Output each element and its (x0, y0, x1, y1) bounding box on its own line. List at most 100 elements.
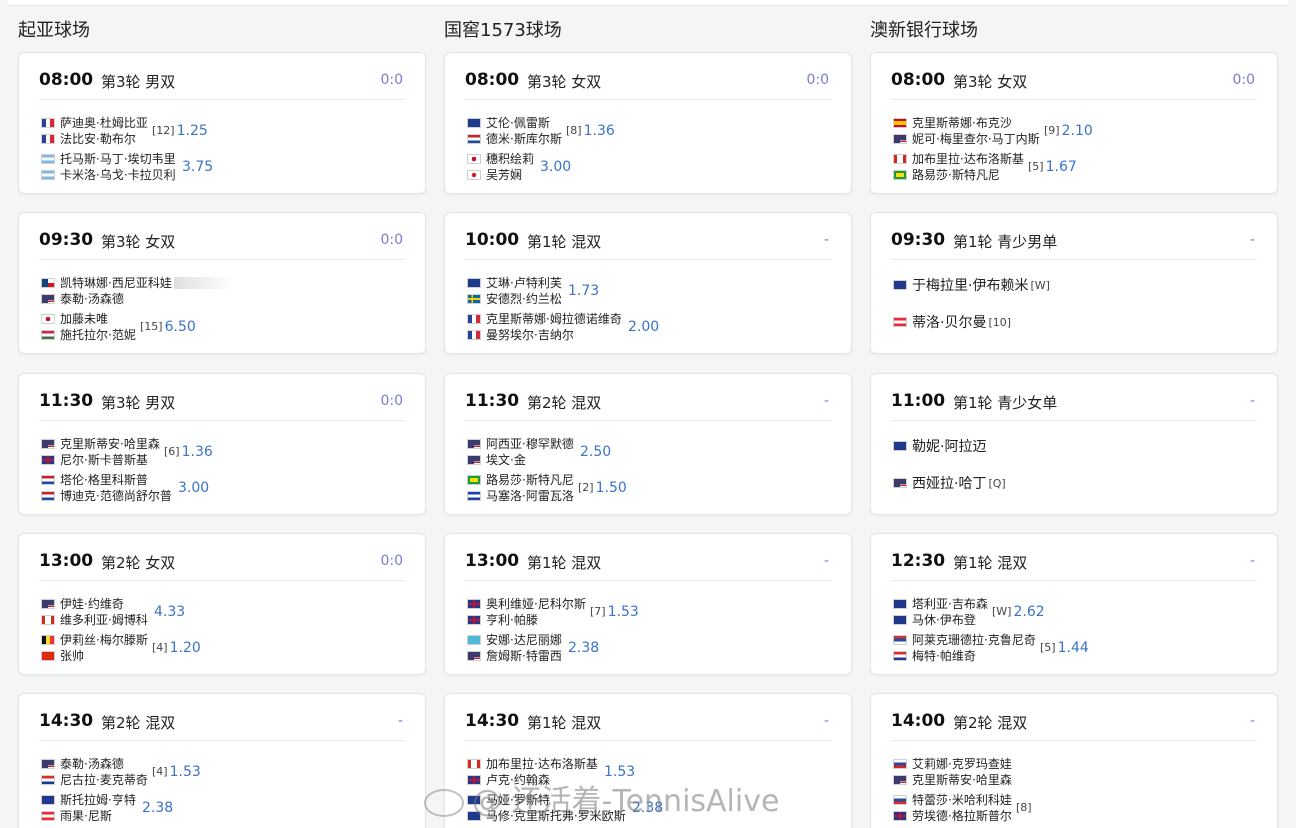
odds-value[interactable]: 1.53 (170, 764, 201, 780)
odds-value[interactable]: 1.20 (170, 640, 201, 656)
au-flag-icon (41, 795, 55, 805)
player-row: 托马斯·马丁·埃切韦里 (41, 151, 176, 167)
match-card[interactable]: 14:00 第2轮 混双 - 艾莉娜·克罗玛查娃 克里斯蒂安·哈里森 特蕾莎·米哈利科娃劳… (870, 693, 1278, 828)
team-pair[interactable]: 萨迪奥·杜姆比亚 法比安·勒布尔 [12] 1.25 (41, 115, 208, 147)
odds-value[interactable]: 3.75 (182, 159, 213, 175)
team-pair[interactable]: 加藤未唯 施托拉尔·范妮 [15] 6.50 (41, 311, 196, 343)
player-name: 安娜·达尼丽娜 (486, 633, 562, 647)
odds-value[interactable]: 1.53 (608, 604, 639, 620)
odds-value[interactable]: 4.33 (154, 604, 185, 620)
player-row[interactable]: 于梅拉里·伊布赖米 [W] (893, 275, 1050, 295)
team-pair[interactable]: 塔伦·格里科斯普 博迪克·范德尚舒尔普 3.00 (41, 472, 209, 504)
match-header: 10:00 第1轮 混双 - (465, 230, 831, 260)
match-score: - (823, 393, 829, 409)
team-pair[interactable]: 塔利亚·吉布森 马休·伊布登 [W] 2.62 (893, 596, 1045, 628)
player-name: 劳埃德·格拉斯普尔 (912, 809, 1012, 823)
odds-value[interactable]: 6.50 (165, 319, 196, 335)
match-round: 第1轮 青少男单 (953, 233, 1058, 251)
odds-value[interactable]: 2.62 (1013, 604, 1044, 620)
odds-value[interactable]: 1.67 (1046, 159, 1077, 175)
player-row: 克里斯蒂安·哈里森 (41, 436, 160, 452)
player-row: 马休·伊布登 (893, 612, 988, 628)
odds-value[interactable]: 1.36 (584, 123, 615, 139)
match-card[interactable]: 08:00 第3轮 男双 0:0 萨迪奥·杜姆比亚 法比安·勒布尔 [12] 1.25 托马斯… (18, 52, 426, 194)
player-name: 凯特琳娜·西尼亚科娃 (60, 276, 172, 290)
au-flag-icon (893, 615, 907, 625)
match-card[interactable]: 11:30 第2轮 混双 - 阿西亚·穆罕默德 埃文·金 2.50 路易莎·斯特凡尼 马塞洛·… (444, 373, 852, 515)
match-card[interactable]: 12:30 第1轮 混双 - 塔利亚·吉布森 马休·伊布登 [W] 2.62 阿莱克珊德拉·克… (870, 533, 1278, 675)
au-flag-icon (893, 280, 907, 290)
player-row: 阿西亚·穆罕默德 (467, 436, 574, 452)
us-flag-icon (893, 775, 907, 785)
team-pair[interactable]: 凯特琳娜·西尼亚科娃 泰勒·汤森德 (41, 275, 234, 307)
odds-value[interactable]: 3.00 (178, 480, 209, 496)
match-card[interactable]: 10:00 第1轮 混双 - 艾琳·卢特利芙 安德烈·约兰松 1.73 克里斯蒂娜·姆拉德诺… (444, 212, 852, 354)
odds-value[interactable]: 2.38 (142, 800, 173, 816)
odds-value[interactable]: 3.00 (540, 159, 571, 175)
match-card[interactable]: 13:00 第1轮 混双 - 奥利维娅·尼科尔斯 亨利·帕滕 [7] 1.53 安娜·达尼丽娜… (444, 533, 852, 675)
team-pair[interactable]: 路易莎·斯特凡尼 马塞洛·阿雷瓦洛 [2] 1.50 (467, 472, 627, 504)
us-flag-icon (41, 599, 55, 609)
odds-value[interactable]: 1.36 (182, 444, 213, 460)
team-pair[interactable]: 托马斯·马丁·埃切韦里 卡米洛·乌戈·卡拉贝利 3.75 (41, 151, 213, 183)
match-card[interactable]: 14:30 第2轮 混双 - 泰勒·汤森德 尼古拉·麦克蒂奇 [4] 1.53 斯托拉姆·亨特… (18, 693, 426, 828)
player-row: 劳埃德·格拉斯普尔 (893, 808, 1012, 824)
team-pair[interactable]: 特蕾莎·米哈利科娃 劳埃德·格拉斯普尔 [8] (893, 792, 1032, 824)
player-row: 艾伦·佩雷斯 (467, 115, 562, 131)
player-row: 妮可·梅里查尔·马丁内斯 (893, 131, 1040, 147)
match-card[interactable]: 09:30 第1轮 青少男单 - 于梅拉里·伊布赖米 [W] 蒂洛·贝尔曼 [10] (870, 212, 1278, 354)
team-pair[interactable]: 伊娃·约维奇 维多利亚·姆博科 4.33 (41, 596, 185, 628)
match-card[interactable]: 13:00 第2轮 女双 0:0 伊娃·约维奇 维多利亚·姆博科 4.33 伊莉丝·梅尔滕斯… (18, 533, 426, 675)
team-pair[interactable]: 伊莉丝·梅尔滕斯 张帅 [4] 1.20 (41, 632, 201, 664)
player-row: 尼古拉·麦克蒂奇 (41, 772, 148, 788)
team-pair[interactable]: 阿西亚·穆罕默德 埃文·金 2.50 (467, 436, 611, 468)
odds-value[interactable]: 2.10 (1062, 123, 1093, 139)
player-row[interactable]: 勒妮·阿拉迈 (893, 436, 986, 456)
team-pair[interactable]: 穗积绘莉 吴芳娴 3.00 (467, 151, 571, 183)
seed-label: [8] (1016, 801, 1032, 814)
team-pair[interactable]: 奥利维娅·尼科尔斯 亨利·帕滕 [7] 1.53 (467, 596, 639, 628)
match-round: 第1轮 混双 (527, 554, 602, 572)
odds-value[interactable]: 1.73 (568, 283, 599, 299)
player-row: 斯托拉姆·亨特 (41, 792, 136, 808)
odds-value[interactable]: 2.38 (568, 640, 599, 656)
match-score: 0:0 (380, 393, 403, 409)
match-card[interactable]: 11:00 第1轮 青少女单 - 勒妮·阿拉迈 西娅拉·哈丁 [Q] (870, 373, 1278, 515)
player-name: 加藤未唯 (60, 312, 109, 326)
player-row[interactable]: 西娅拉·哈丁 [Q] (893, 473, 1006, 493)
odds-value[interactable]: 1.50 (596, 480, 627, 496)
odds-value[interactable]: 1.25 (177, 123, 208, 139)
player-name: 特蕾莎·米哈利科娃 (912, 793, 1012, 807)
team-pair[interactable]: 阿莱克珊德拉·克鲁尼奇 梅特·帕维奇 [5] 1.44 (893, 632, 1089, 664)
player-row: 加布里拉·达布洛斯基 (467, 756, 598, 772)
team-pair[interactable]: 斯托拉姆·亨特 雨果·尼斯 2.38 (41, 792, 173, 824)
player-name: 梅特·帕维奇 (912, 649, 976, 663)
player-row[interactable]: 蒂洛·贝尔曼 [10] (893, 312, 1011, 332)
team-pair[interactable]: 克里斯蒂娜·姆拉德诺维奇 曼努埃尔·吉纳尔 2.00 (467, 311, 659, 343)
player-name: 詹姆斯·特雷西 (486, 649, 562, 663)
team-pair[interactable]: 克里斯蒂安·哈里森 尼尔·斯卡普斯基 [6] 1.36 (41, 436, 213, 468)
seed-label: [W] (992, 605, 1012, 618)
player-name: 托马斯·马丁·埃切韦里 (60, 152, 176, 166)
team-pair[interactable]: 艾琳·卢特利芙 安德烈·约兰松 1.73 (467, 275, 599, 307)
match-card[interactable]: 11:30 第3轮 男双 0:0 克里斯蒂安·哈里森 尼尔·斯卡普斯基 [6] 1.36 塔伦… (18, 373, 426, 515)
team-pair[interactable]: 艾莉娜·克罗玛查娃 克里斯蒂安·哈里森 (893, 756, 1012, 788)
odds-value[interactable]: 1.44 (1058, 640, 1089, 656)
player-name: 克里斯蒂安·哈里森 (60, 437, 160, 451)
match-card[interactable]: 08:00 第3轮 女双 0:0 艾伦·佩雷斯 德米·斯库尔斯 [8] 1.36 穗积绘莉 吴芳… (444, 52, 852, 194)
player-name: 艾莉娜·克罗玛查娃 (912, 757, 1012, 771)
team-pair[interactable]: 加布里拉·达布洛斯基 路易莎·斯特凡尼 [5] 1.67 (893, 151, 1077, 183)
match-card[interactable]: 08:00 第3轮 女双 0:0 克里斯蒂娜·布克沙 妮可·梅里查尔·马丁内斯 [9] 2.… (870, 52, 1278, 194)
odds-value[interactable]: 2.00 (628, 319, 659, 335)
seed-label: [15] (140, 320, 163, 333)
team-pair[interactable]: 艾伦·佩雷斯 德米·斯库尔斯 [8] 1.36 (467, 115, 615, 147)
team-pair[interactable]: 安娜·达尼丽娜 詹姆斯·特雷西 2.38 (467, 632, 599, 664)
team-pair[interactable]: 泰勒·汤森德 尼古拉·麦克蒂奇 [4] 1.53 (41, 756, 201, 788)
match-time: 10:00 (465, 230, 520, 250)
team-pair[interactable]: 克里斯蒂娜·布克沙 妮可·梅里查尔·马丁内斯 [9] 2.10 (893, 115, 1093, 147)
sk-flag-icon (893, 795, 907, 805)
odds-value[interactable]: 2.50 (580, 444, 611, 460)
seed-label: [12] (152, 124, 175, 137)
match-card[interactable]: 09:30 第3轮 女双 0:0 凯特琳娜·西尼亚科娃 泰勒·汤森德 加藤未唯 施托拉尔·范… (18, 212, 426, 354)
player-name: 博迪克·范德尚舒尔普 (60, 489, 172, 503)
